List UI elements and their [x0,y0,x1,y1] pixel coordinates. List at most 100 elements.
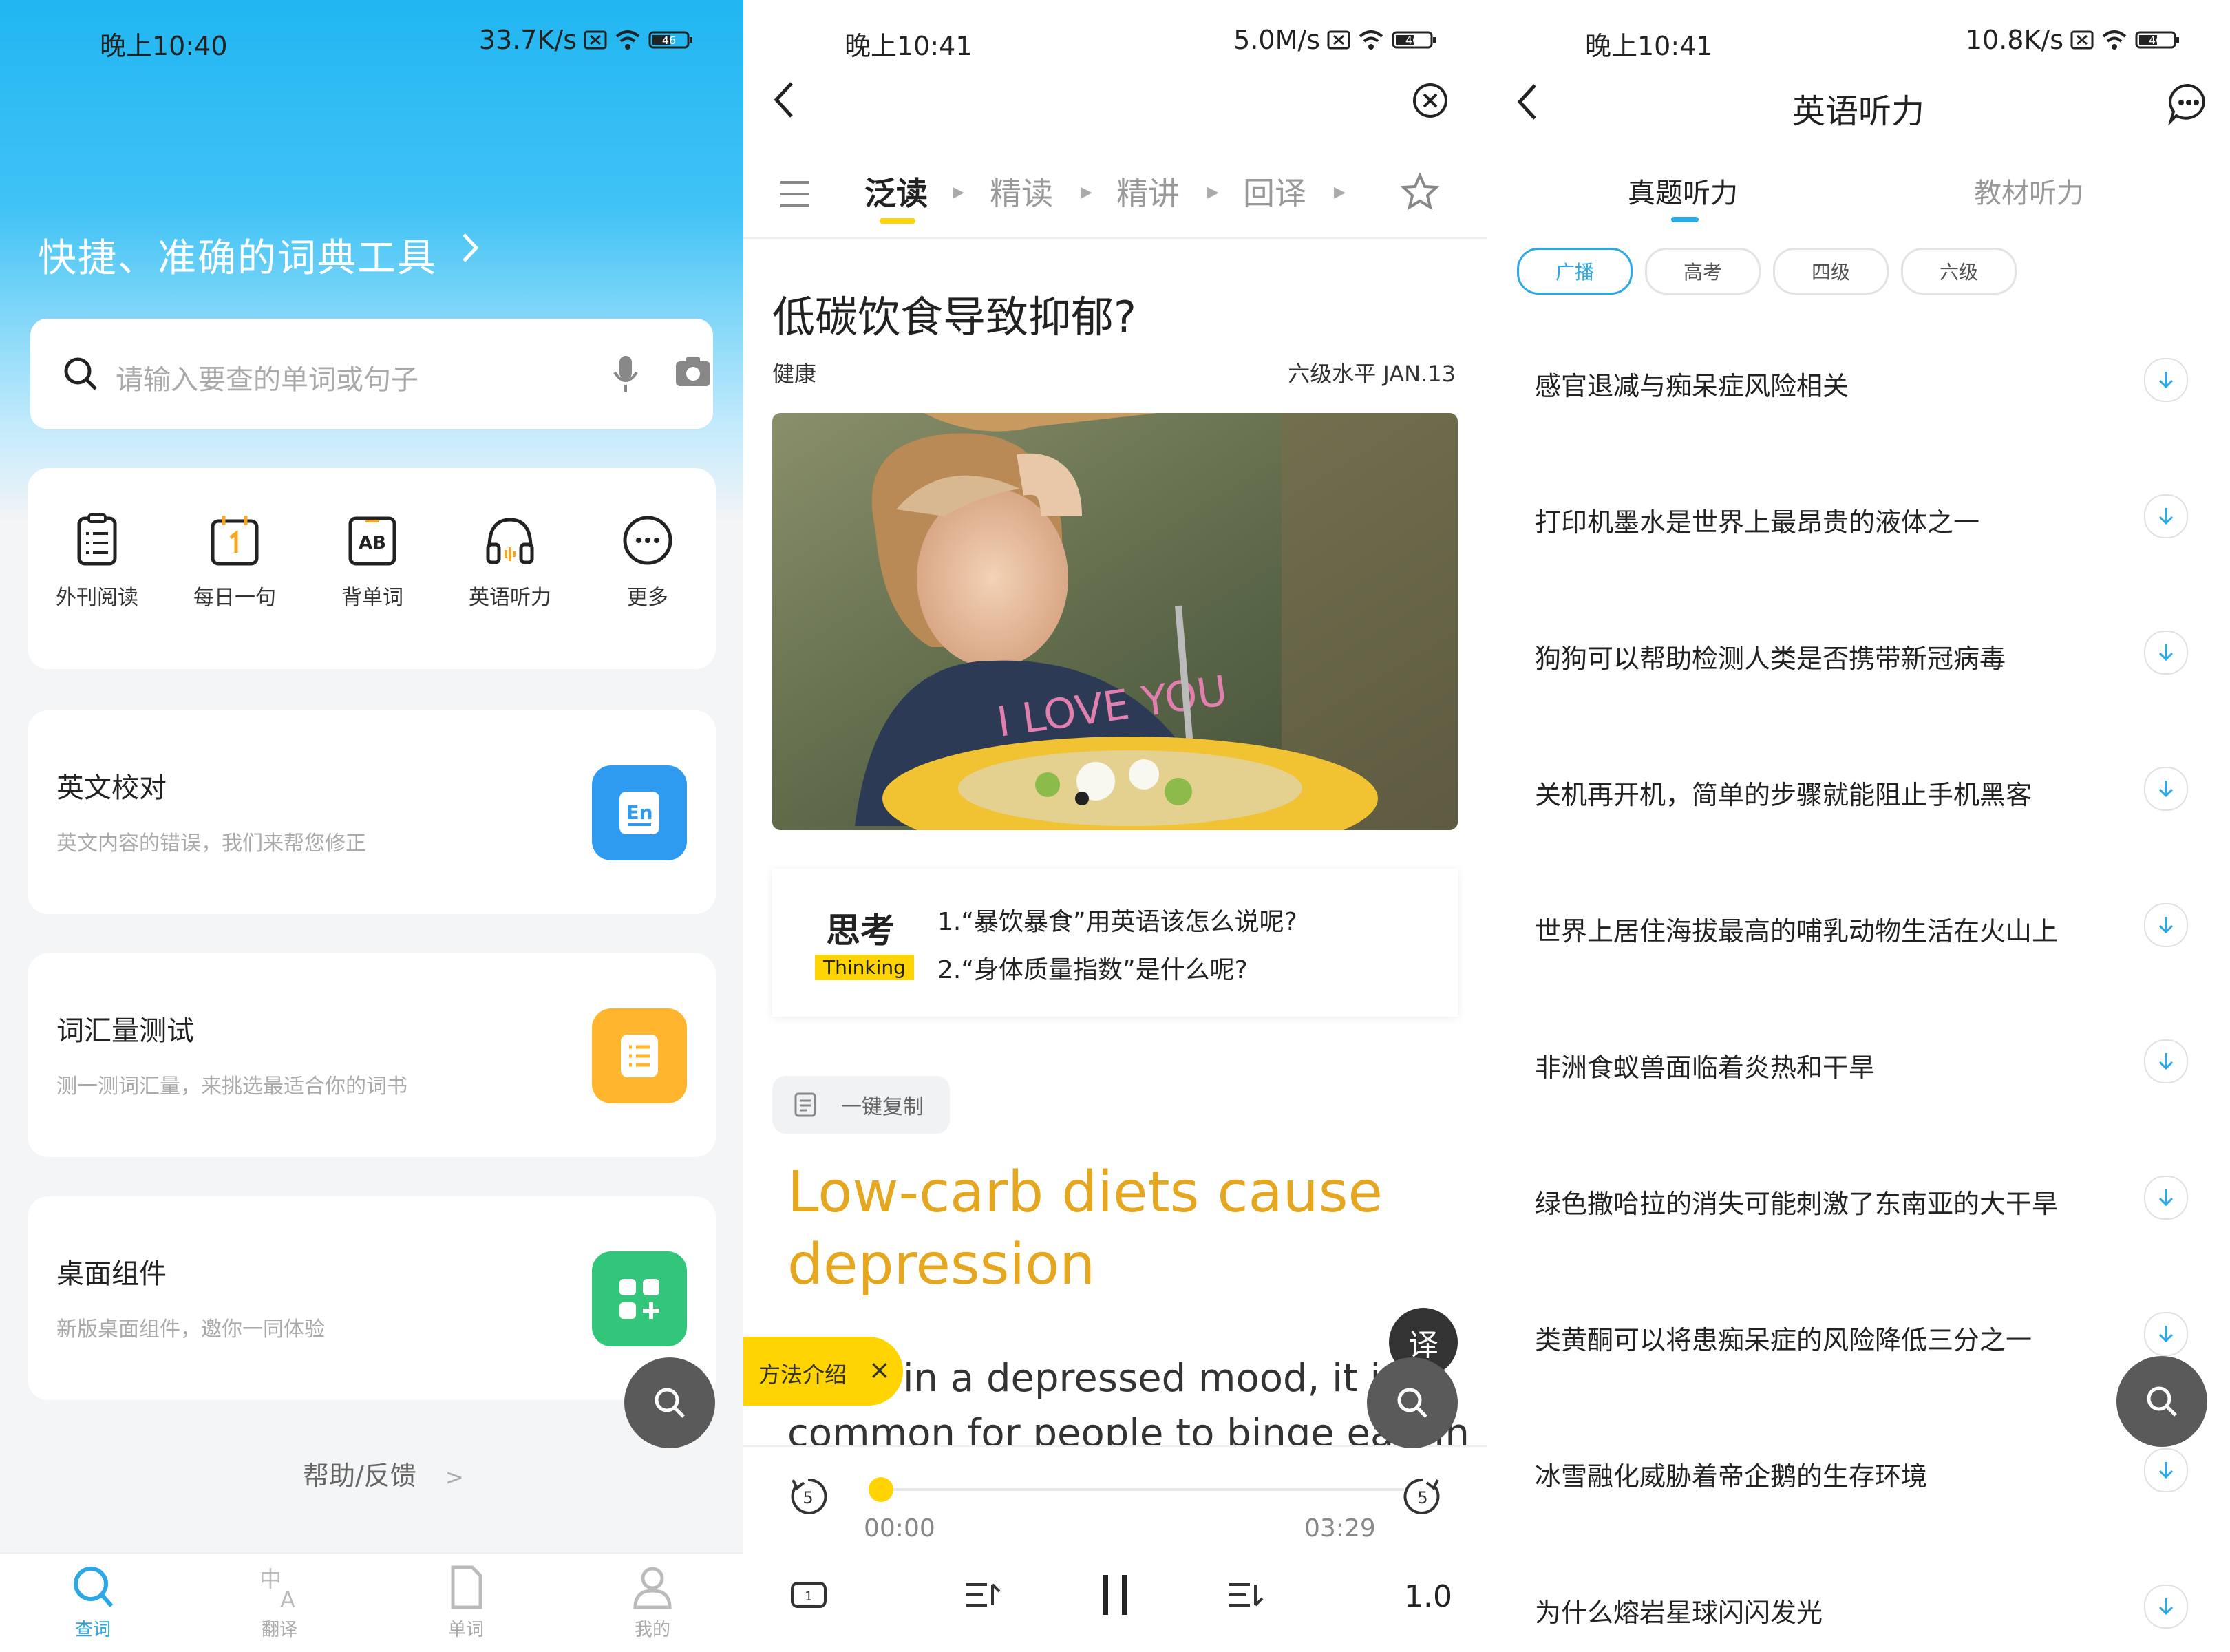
download-icon[interactable] [2144,1312,2188,1356]
status-time: 晚上10:41 [845,31,973,61]
nav-label: 查词 [74,1620,111,1640]
feature-subtitle: 测一测词汇量，来挑选最适合你的词书 [56,1074,407,1099]
reading-mode-tabs: 泛读 ▶ 精读 ▶ 精讲 ▶ 回译 ▶ [743,162,1487,239]
nav-label: 单词 [447,1620,484,1640]
shortcut-label: 英语听力 [469,586,551,610]
tab-back-translation[interactable]: 回译 [1243,169,1306,214]
search-icon [70,1563,116,1611]
chip-cet6[interactable]: 六级 [1901,248,2017,295]
battery-icon: 46 [2135,30,2180,50]
tab-textbook-listening[interactable]: 教材听力 [1974,171,2084,211]
list-item[interactable]: 感官退减与痴呆症风险相关 [1535,344,2196,413]
rewind-5-icon[interactable]: 5 [786,1474,830,1518]
nav-lookup[interactable]: 查词 [45,1563,141,1641]
triangle-right-icon: ▶ [1207,184,1219,201]
copy-all-button[interactable]: 一键复制 [772,1076,950,1134]
previous-sentence-icon[interactable] [962,1578,1003,1612]
thinking-badge: Thinking [815,955,914,980]
method-intro-tag[interactable]: 方法介绍 × [743,1337,903,1406]
feature-card-proofread[interactable]: 英文校对 英文内容的错误，我们来帮您修正 En [28,710,716,914]
download-icon[interactable] [2144,1585,2188,1629]
search-bar[interactable]: 请输入要查的单词或句子 [30,319,713,429]
nav-profile[interactable]: 我的 [604,1563,701,1641]
status-time: 晚上10:41 [1585,31,1713,61]
shortcut-label: 更多 [627,586,668,610]
battery-icon: 46 [648,30,694,50]
list-item[interactable]: 为什么熔岩星球闪闪发光 [1535,1571,2196,1640]
nav-words[interactable]: 单词 [418,1563,514,1641]
item-title: 冰雪融化威胁着帝企鹅的生存环境 [1535,1461,1928,1492]
list-item[interactable]: 非洲食蚁兽面临着炎热和干旱 [1535,1026,2196,1094]
download-icon[interactable] [2144,767,2188,811]
floating-search-button[interactable] [2116,1356,2207,1447]
sim-icon [584,30,607,50]
list-item[interactable]: 关机再开机，简单的步骤就能阻止手机黑客 [1535,753,2196,822]
article-title: 低碳饮食导致抑郁? [772,292,1136,342]
item-title: 关机再开机，简单的步骤就能阻止手机黑客 [1535,780,2032,810]
chevron-right-icon: > [445,1464,464,1490]
status-bar: 晚上10:41 5.0M/s 46 [743,21,1487,62]
close-circle-icon[interactable] [1411,81,1450,120]
microphone-icon[interactable] [612,354,639,393]
download-icon[interactable] [2144,494,2188,538]
progress-track[interactable] [881,1488,1404,1491]
download-icon[interactable] [2144,358,2188,402]
tab-explanation[interactable]: 精讲 [1116,169,1180,214]
shortcuts-card: 外刊阅读 每日一句 AB 背单词 英语听力 更多 [28,468,716,669]
feature-card-vocab-test[interactable]: 词汇量测试 测一测词汇量，来挑选最适合你的词书 [28,953,716,1157]
feature-card-widgets[interactable]: 桌面组件 新版桌面组件，邀你一同体验 [28,1196,716,1400]
download-icon[interactable] [2144,903,2188,947]
list-item[interactable]: 冰雪融化威胁着帝企鹅的生存环境 [1535,1434,2196,1503]
shortcut-english-listening[interactable]: 英语听力 [452,513,569,611]
tab-extensive-reading[interactable]: 泛读 [864,169,928,214]
next-sentence-icon[interactable] [1225,1578,1266,1612]
copy-icon [792,1091,819,1119]
list-item[interactable]: 狗狗可以帮助检测人类是否携带新冠病毒 [1535,617,2196,686]
item-title: 狗狗可以帮助检测人类是否携带新冠病毒 [1535,644,2006,674]
search-placeholder[interactable]: 请输入要查的单词或句子 [116,357,418,397]
camera-icon[interactable] [674,354,712,389]
help-feedback-link[interactable]: 帮助/反馈 > [303,1454,464,1492]
back-arrow-icon[interactable] [771,79,798,120]
shortcut-memorize-words[interactable]: AB 背单词 [314,513,431,611]
dictionary-screen: 晚上10:40 33.7K/s 46 快捷、准确的词典工具 请输入要查的单词或句… [0,0,743,1652]
item-title: 非洲食蚁兽面临着炎热和干旱 [1535,1052,1876,1083]
search-icon [650,1384,689,1422]
playback-speed[interactable]: 1.0 [1404,1579,1452,1614]
chip-cet4[interactable]: 四级 [1773,248,1889,295]
status-time: 晚上10:40 [100,31,228,61]
tab-exam-listening[interactable]: 真题听力 [1628,171,1738,211]
download-icon[interactable] [2144,1039,2188,1083]
nav-translate[interactable]: 中A 翻译 [231,1563,328,1641]
list-item[interactable]: 类黄酮可以将患痴呆症的风险降低三分之一 [1535,1298,2196,1367]
tab-intensive-reading[interactable]: 精读 [990,169,1053,214]
chip-gaokao[interactable]: 高考 [1645,248,1761,295]
search-icon [1393,1384,1432,1422]
chip-broadcast[interactable]: 广播 [1517,248,1633,295]
thinking-card: 思考 Thinking 1.“暴饮暴食”用英语该怎么说呢? 2.“身体质量指数”… [772,869,1458,1017]
single-loop-icon[interactable]: 1 [788,1578,829,1612]
shortcut-daily-sentence[interactable]: 每日一句 [176,513,293,611]
star-icon[interactable] [1401,173,1439,211]
ab-card-icon: AB [345,513,400,568]
floating-search-button[interactable] [1367,1357,1458,1448]
list-item[interactable]: 打印机墨水是世界上最昂贵的液体之一 [1535,480,2196,549]
headline[interactable]: 快捷、准确的词典工具 [38,227,437,283]
network-speed: 5.0M/s [1233,25,1320,55]
chevron-right-icon[interactable] [460,231,480,265]
download-icon[interactable] [2144,631,2188,675]
shortcut-label: 背单词 [341,586,403,610]
list-item[interactable]: 绿色撒哈拉的消失可能刺激了东南亚的大干旱 [1535,1162,2196,1231]
list-item[interactable]: 世界上居住海拔最高的哺乳动物生活在火山上 [1535,889,2196,958]
download-icon[interactable] [2144,1176,2188,1220]
forward-5-icon[interactable]: 5 [1401,1474,1445,1518]
download-icon[interactable] [2144,1448,2188,1492]
menu-icon[interactable] [778,177,812,211]
close-icon[interactable]: × [869,1355,891,1385]
floating-search-button[interactable] [624,1357,715,1448]
pause-icon[interactable] [1094,1571,1136,1619]
shortcut-magazine-reading[interactable]: 外刊阅读 [39,513,156,611]
shortcut-more[interactable]: 更多 [589,513,706,611]
progress-knob[interactable] [869,1477,893,1502]
chat-bubble-icon[interactable] [2167,81,2211,125]
